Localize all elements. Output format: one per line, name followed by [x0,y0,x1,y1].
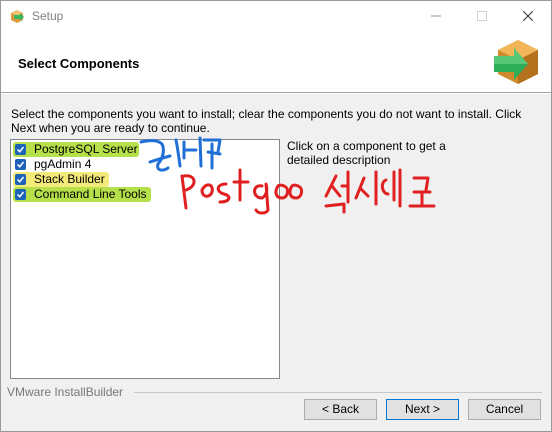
check-icon [16,176,25,183]
header-panel: Select Components [1,32,551,92]
component-tree[interactable]: PostgreSQL Server pgAdmin 4 Stack Builde… [10,139,280,379]
component-label: PostgreSQL Server [34,142,138,156]
header-divider-light [1,93,551,94]
checkbox[interactable] [15,144,26,155]
installer-box-logo [494,40,538,84]
component-description: Click on a component to get a detailed d… [287,139,446,167]
checkbox[interactable] [15,174,26,185]
cancel-button[interactable]: Cancel [468,399,541,420]
page-title: Select Components [18,56,140,71]
footer-divider [134,392,542,393]
next-button[interactable]: Next > [386,399,459,420]
instructions-text: Select the components you want to instal… [11,107,522,135]
check-icon [16,146,25,153]
back-button[interactable]: < Back [304,399,377,420]
maximize-button[interactable] [459,1,505,32]
title-bar: Setup [1,1,551,32]
maximize-icon [477,11,487,21]
check-icon [16,161,25,168]
component-label: Command Line Tools [34,187,147,201]
component-label: Stack Builder [34,172,105,186]
setup-app-icon [11,10,24,23]
checkbox[interactable] [15,159,26,170]
component-label: pgAdmin 4 [34,157,92,171]
close-icon [523,11,533,21]
check-icon [16,191,25,198]
minimize-icon [431,15,441,17]
window-title: Setup [32,9,64,23]
setup-window: Setup Select Components Select the compo… [0,0,552,432]
minimize-button[interactable] [413,1,459,32]
checkbox[interactable] [15,189,26,200]
installbuilder-brand: VMware InstallBuilder [7,385,124,399]
close-button[interactable] [505,1,551,32]
